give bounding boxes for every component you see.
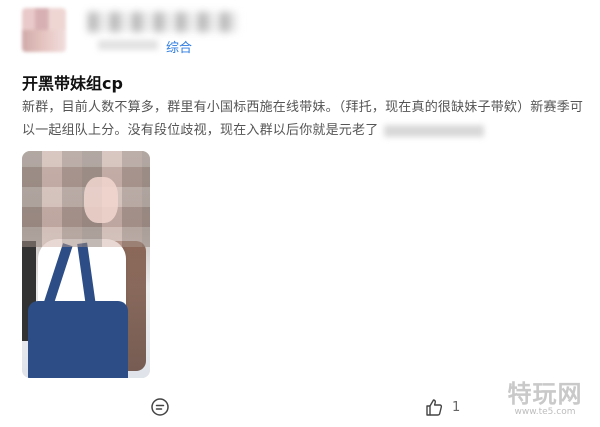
- like-button[interactable]: 1: [424, 396, 460, 418]
- like-count: 1: [452, 399, 461, 415]
- post-body-text: 新群，目前人数不算多，群里有小国标西施在线带妹。（拜托，现在真的很缺妹子带欸）新…: [22, 100, 584, 138]
- post-body: 新群，目前人数不算多，群里有小国标西施在线带妹。（拜托，现在真的很缺妹子带欸）新…: [22, 96, 588, 142]
- comment-icon: [151, 398, 169, 416]
- post-title: 开黑带妹组cp: [22, 74, 123, 93]
- watermark-text: 特玩网: [507, 380, 583, 408]
- post-meta-redacted: [98, 40, 158, 50]
- avatar[interactable]: [22, 8, 66, 52]
- post-image[interactable]: [22, 151, 150, 378]
- username-redacted: [88, 12, 238, 32]
- site-watermark: 特玩网 www.te5.com: [502, 374, 588, 420]
- comment-button[interactable]: [150, 397, 170, 417]
- watermark-url: www.te5.com: [514, 407, 576, 417]
- category-tag[interactable]: 综合: [166, 37, 192, 56]
- post-body-redacted: [384, 124, 485, 137]
- thumbs-up-icon: [426, 399, 443, 416]
